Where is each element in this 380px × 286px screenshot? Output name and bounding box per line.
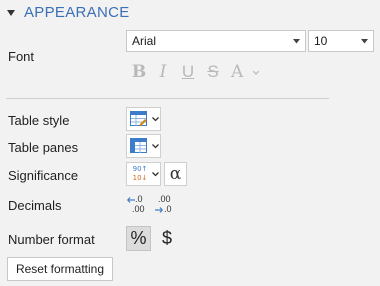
section-header[interactable]: APPEARANCE [0, 0, 380, 28]
font-label: Font [8, 49, 35, 64]
bold-button[interactable]: B [130, 62, 148, 82]
triangle-down-icon[interactable] [6, 9, 16, 17]
significance-icon: 90↑ 10↓ [132, 165, 148, 182]
font-family-select[interactable]: Arial [126, 30, 306, 52]
divider [6, 98, 329, 99]
underline-button[interactable]: U [179, 62, 197, 82]
alpha-button[interactable]: α [164, 162, 187, 186]
section-title: APPEARANCE [24, 4, 130, 21]
decimals-label: Decimals [8, 198, 62, 213]
font-color-button[interactable]: A [231, 62, 261, 82]
font-family-value: Arial [132, 34, 157, 48]
chevron-down-icon [152, 144, 159, 149]
reset-formatting-button[interactable]: Reset formatting [7, 257, 113, 281]
strikethrough-button[interactable]: S [204, 62, 222, 82]
increase-decimals-button[interactable]: .00 .0 [155, 194, 179, 216]
chevron-down-icon [152, 172, 159, 177]
percent-button[interactable]: % [126, 226, 151, 251]
dollar-button[interactable]: $ [157, 226, 177, 251]
italic-button[interactable]: I [155, 62, 171, 82]
table-panes-icon [130, 138, 147, 153]
arrow-left-icon [127, 197, 135, 203]
appearance-panel: APPEARANCE Font Arial 10 B I U S A Table… [0, 0, 380, 286]
significance-dropdown[interactable]: 90↑ 10↓ [126, 162, 161, 186]
chevron-down-icon [293, 39, 300, 44]
chevron-down-icon [152, 117, 159, 122]
number-format-label: Number format [8, 232, 95, 247]
table-panes-dropdown[interactable] [126, 134, 161, 158]
font-size-value: 10 [314, 34, 328, 48]
arrow-right-icon [155, 207, 163, 213]
table-style-dropdown[interactable] [126, 107, 161, 131]
chevron-down-icon [361, 39, 368, 44]
significance-label: Significance [8, 168, 79, 183]
table-panes-label: Table panes [8, 140, 79, 155]
chevron-down-icon [253, 71, 259, 75]
table-style-icon [130, 111, 147, 126]
font-size-select[interactable]: 10 [308, 30, 374, 52]
decrease-decimals-button[interactable]: .0 .00 [127, 194, 151, 216]
table-style-label: Table style [8, 113, 70, 128]
